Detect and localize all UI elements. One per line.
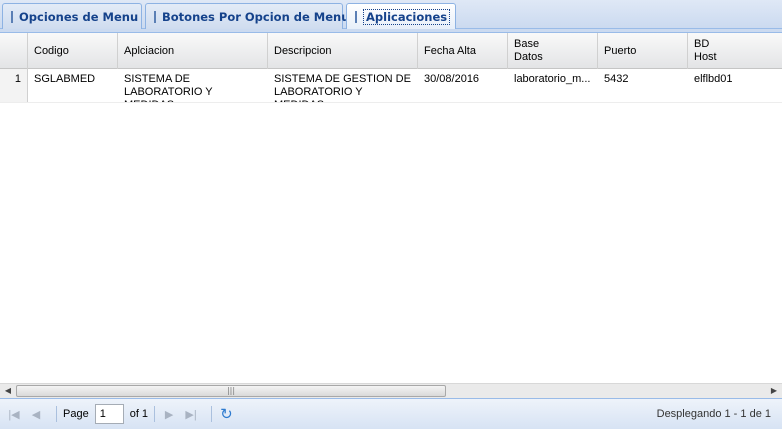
table-icon — [11, 10, 13, 23]
horizontal-scrollbar[interactable]: ◀ ||| ▶ — [0, 383, 782, 398]
tab-label: Aplicaciones — [363, 9, 451, 25]
last-page-icon[interactable]: ▶| — [183, 406, 199, 422]
scroll-left-icon[interactable]: ◀ — [3, 386, 13, 396]
grid-body: 1 SGLABMED SISTEMA DE LABORATORIO Y MEDI… — [0, 69, 782, 383]
column-header-puerto[interactable]: Puerto — [598, 33, 688, 69]
tab-opciones-de-menu[interactable]: Opciones de Menu — [2, 3, 142, 29]
tab-botones-por-opcion-de-menu[interactable]: Botones Por Opcion de Menu — [145, 3, 349, 29]
cell-bd-host: elflbd01 — [694, 73, 733, 85]
row-number: 1 — [0, 69, 28, 102]
cell-fecha-alta: 30/08/2016 — [424, 73, 480, 85]
column-header-fecha-alta[interactable]: Fecha Alta — [418, 33, 508, 69]
paging-toolbar: |◀ ◀ Page of 1 ▶ ▶| ↻ Desplegando 1 - 1 … — [0, 398, 782, 429]
tab-strip: Opciones de Menu Botones Por Opcion de M… — [0, 0, 782, 30]
cell-descripcion: SISTEMA DE GESTION DE LABORATORIO Y MEDI… — [274, 73, 411, 102]
refresh-icon[interactable]: ↻ — [220, 405, 233, 423]
column-header-aplicacion[interactable]: Aplciacion — [118, 33, 268, 69]
column-header-base-datos[interactable]: Base Datos — [508, 33, 598, 69]
page-label: Page — [63, 408, 89, 420]
column-header-codigo[interactable]: Codigo — [28, 33, 118, 69]
display-message: Desplegando 1 - 1 de 1 — [656, 408, 771, 420]
scroll-right-icon[interactable]: ▶ — [769, 386, 779, 396]
previous-page-icon[interactable]: ◀ — [28, 406, 44, 422]
rownumber-header — [0, 33, 28, 69]
separator — [154, 406, 156, 422]
page-number-input[interactable] — [94, 404, 124, 424]
table-row[interactable]: 1 SGLABMED SISTEMA DE LABORATORIO Y MEDI… — [0, 69, 782, 103]
grid-header: Codigo Aplciacion Descripcion Fecha Alta… — [0, 33, 782, 69]
separator — [56, 406, 57, 422]
scrollbar-thumb[interactable]: ||| — [16, 385, 446, 397]
table-icon — [154, 10, 156, 23]
tab-label: Opciones de Menu — [19, 9, 139, 24]
first-page-icon[interactable]: |◀ — [6, 406, 22, 422]
next-page-icon[interactable]: ▶ — [161, 406, 177, 422]
cell-base-datos: laboratorio_m... — [514, 73, 591, 85]
column-header-descripcion[interactable]: Descripcion — [268, 33, 418, 69]
cell-aplicacion: SISTEMA DE LABORATORIO Y MEDIDAS — [124, 73, 213, 102]
tab-aplicaciones[interactable]: Aplicaciones — [346, 3, 456, 30]
cell-puerto: 5432 — [604, 73, 629, 85]
column-header-bd-host[interactable]: BD Host — [688, 33, 782, 69]
table-icon — [355, 11, 357, 23]
page-count-label: of 1 — [129, 408, 149, 420]
tab-label: Botones Por Opcion de Menu — [162, 9, 350, 24]
cell-codigo: SGLABMED — [34, 73, 96, 85]
separator — [211, 406, 213, 422]
